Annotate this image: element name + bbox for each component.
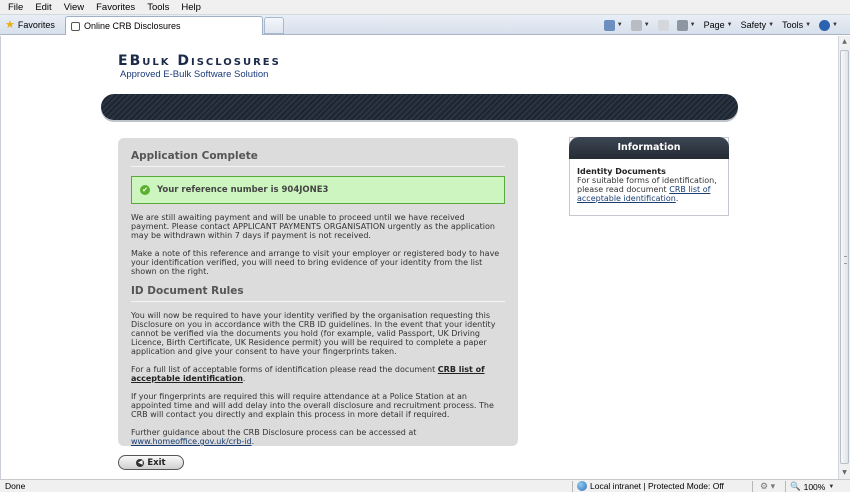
guidance-paragraph: Further guidance about the CRB Disclosur…	[131, 428, 417, 446]
browser-tab[interactable]: Online CRB Disclosures	[65, 16, 263, 35]
zoom-control[interactable]: 🔍 100% ▼	[790, 481, 834, 492]
tab-title: Online CRB Disclosures	[84, 21, 181, 31]
reference-success-box: ✔ Your reference number is 904JONE3	[131, 176, 505, 204]
vertical-scrollbar[interactable]: ▲ ▼	[838, 36, 850, 479]
logo-title: EBulk Disclosures	[118, 53, 281, 69]
page-icon	[71, 21, 80, 31]
payment-paragraph: We are still awaiting payment and will b…	[131, 213, 495, 240]
identity-documents-text: For suitable forms of identification, pl…	[577, 176, 717, 203]
page-menu-label: Page	[703, 20, 725, 30]
star-icon: ★	[5, 18, 15, 31]
menu-edit[interactable]: Edit	[35, 2, 51, 13]
home-icon	[603, 19, 615, 31]
information-header: Information	[569, 137, 729, 159]
tools-menu-label: Tools	[782, 20, 804, 30]
favorites-button[interactable]: ★ Favorites	[5, 18, 55, 32]
safety-menu-label: Safety	[740, 20, 767, 30]
help-icon	[819, 19, 831, 31]
favorites-label: Favorites	[17, 20, 55, 30]
exit-button[interactable]: ◀ Exit	[118, 455, 184, 470]
reference-note-paragraph: Make a note of this reference and arrang…	[131, 249, 500, 276]
safety-menu[interactable]: Safety ▼	[741, 20, 774, 30]
command-bar: ▼ ▼ ▼ Page ▼ Safety ▼ Tools ▼ ▼	[603, 18, 838, 32]
site-logo: EBulk Disclosures Approved E-Bulk Softwa…	[118, 53, 281, 80]
new-tab-button[interactable]	[264, 17, 284, 34]
menu-help[interactable]: Help	[181, 2, 201, 13]
homeoffice-link[interactable]: www.homeoffice.gov.uk/crb-id	[131, 437, 252, 446]
exit-label: Exit	[147, 457, 166, 468]
scroll-down-icon[interactable]: ▼	[840, 468, 849, 478]
menu-file[interactable]: File	[8, 2, 23, 13]
menu-favorites[interactable]: Favorites	[96, 2, 135, 13]
fingerprints-paragraph: If your fingerprints are required this w…	[131, 392, 494, 419]
mail-icon	[657, 19, 669, 31]
check-icon: ✔	[140, 185, 150, 195]
menu-tools[interactable]: Tools	[147, 2, 169, 13]
zoom-level: 100%	[803, 481, 826, 492]
status-bar: Done Local intranet | Protected Mode: Of…	[0, 479, 850, 492]
main-panel: Application Complete ✔ Your reference nu…	[118, 138, 518, 446]
menu-bar: File Edit View Favorites Tools Help	[0, 0, 850, 15]
feeds-button[interactable]: ▼	[630, 19, 650, 31]
security-zone[interactable]: Local intranet | Protected Mode: Off	[577, 481, 724, 491]
header-banner	[101, 94, 738, 120]
id-list-paragraph: For a full list of acceptable forms of i…	[131, 365, 485, 383]
id-verification-paragraph: You will now be required to have your id…	[131, 311, 496, 356]
print-button[interactable]: ▼	[676, 19, 696, 31]
id-document-rules-heading: ID Document Rules	[131, 285, 505, 302]
mail-button[interactable]	[657, 19, 669, 31]
information-box: Information Identity Documents For suita…	[569, 137, 729, 216]
status-text: Done	[5, 481, 26, 491]
menu-view[interactable]: View	[64, 2, 84, 13]
protected-mode-icon[interactable]: ⚙ ▾	[760, 481, 775, 492]
scroll-thumb[interactable]	[840, 50, 849, 464]
zoom-icon: 🔍	[790, 481, 801, 491]
scroll-up-icon[interactable]: ▲	[840, 37, 849, 47]
logo-subtitle: Approved E-Bulk Software Solution	[120, 69, 269, 80]
feeds-icon	[630, 19, 642, 31]
help-button[interactable]: ▼	[819, 19, 838, 31]
home-button[interactable]: ▼	[603, 19, 623, 31]
reference-number-text: Your reference number is 904JONE3	[157, 185, 329, 195]
back-arrow-icon: ◀	[136, 458, 145, 467]
globe-icon	[577, 481, 587, 491]
printer-icon	[676, 19, 688, 31]
identity-documents-title: Identity Documents	[577, 167, 666, 176]
tab-bar: ★ Favorites Online CRB Disclosures ▼ ▼ ▼…	[0, 15, 850, 35]
security-zone-text: Local intranet | Protected Mode: Off	[590, 481, 724, 491]
application-complete-heading: Application Complete	[131, 150, 505, 167]
tools-menu[interactable]: Tools ▼	[782, 20, 811, 30]
page-menu[interactable]: Page ▼	[704, 20, 733, 30]
